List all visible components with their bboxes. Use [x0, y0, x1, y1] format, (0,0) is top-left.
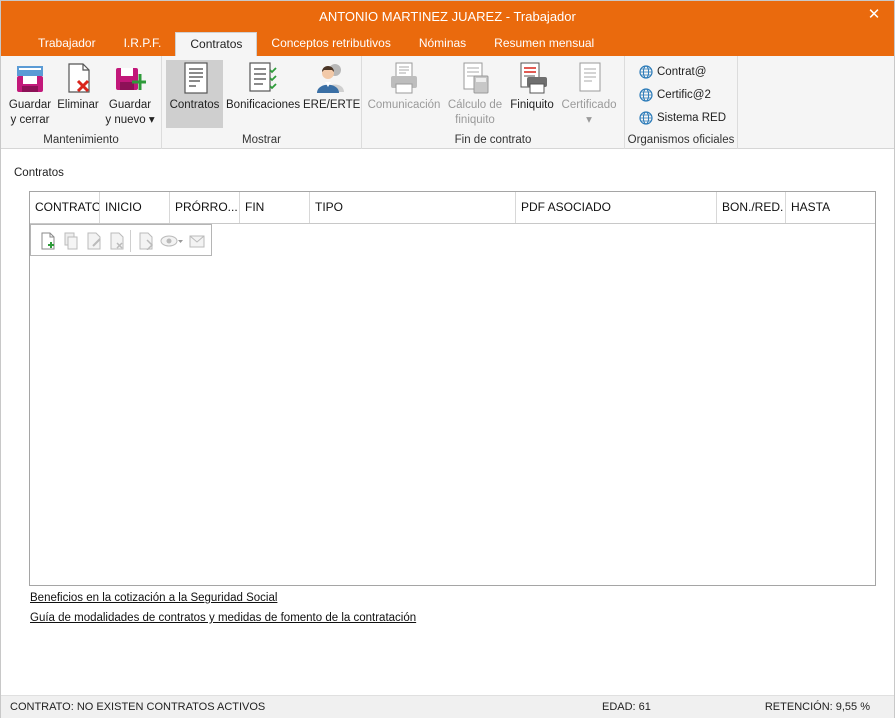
guia-modalidades-link[interactable]: Guía de modalidades de contratos y medid… [30, 612, 416, 624]
save-close-button[interactable]: Guardar y cerrar [6, 60, 54, 128]
certificado-label: Certificado [561, 99, 617, 111]
settlement-print-icon [520, 62, 547, 94]
ribbon: Guardar y cerrar Eliminar Guardar y nuev… [1, 56, 894, 149]
delete-button[interactable]: Eliminar [55, 60, 101, 113]
new-document-icon[interactable] [39, 232, 57, 250]
status-bar: CONTRATO: NO EXISTEN CONTRATOS ACTIVOS E… [1, 695, 894, 718]
delete-document-icon [68, 63, 90, 93]
sistema-red-link-button[interactable]: Sistema RED [639, 109, 726, 129]
status-age: EDAD: 61 [602, 701, 651, 713]
column-header-tipo[interactable]: TIPO [310, 192, 516, 223]
group-label-fin-contrato: Fin de contrato [454, 134, 532, 146]
delete-row-icon [110, 232, 124, 250]
bonificaciones-button[interactable]: Bonificaciones [226, 60, 300, 113]
column-header-pdf-asociado[interactable]: PDF ASOCIADO [516, 192, 717, 223]
certificado-dropdown: ▾ [586, 114, 592, 126]
tab-resumen-mensual[interactable]: Resumen mensual [480, 31, 608, 56]
copy-document-icon [64, 232, 78, 250]
view-dropdown-icon [160, 235, 183, 247]
person-icon [317, 64, 344, 93]
grid-toolbar [30, 224, 212, 256]
tab-trabajador[interactable]: Trabajador [24, 31, 110, 56]
contracts-grid[interactable]: CONTRATO INICIO PRÓRRO... FIN TIPO PDF A… [29, 191, 876, 586]
checklist-icon [249, 62, 277, 92]
delete-label: Eliminar [57, 99, 99, 111]
comunicacion-label: Comunicación [367, 99, 441, 111]
status-contract: CONTRATO: NO EXISTEN CONTRATOS ACTIVOS [10, 701, 266, 713]
calculator-icon [463, 62, 489, 94]
globe-icon [639, 65, 653, 79]
finiquito-button[interactable]: Finiquito [507, 60, 557, 113]
title-bar: ANTONIO MARTINEZ JUAREZ - Trabajador ✕ T… [1, 1, 894, 56]
window-title: ANTONIO MARTINEZ JUAREZ - Trabajador [319, 9, 576, 24]
calculo-label-2: finiquito [455, 114, 495, 126]
column-header-hasta[interactable]: HASTA [786, 192, 875, 223]
edit-document-icon [87, 232, 101, 250]
email-document-icon [189, 235, 205, 248]
certifica2-label: Certific@2 [657, 89, 711, 101]
column-header-prorroga[interactable]: PRÓRRO... [170, 192, 240, 223]
printer-icon [391, 62, 417, 94]
save-new-label-1: Guardar [108, 99, 152, 111]
group-label-mantenimiento: Mantenimiento [43, 134, 119, 146]
column-header-fin[interactable]: FIN [240, 192, 310, 223]
ere-erte-button[interactable]: ERE/ERTE [303, 60, 361, 113]
tab-conceptos-retributivos[interactable]: Conceptos retributivos [257, 31, 404, 56]
save-close-label-2: y cerrar [10, 114, 50, 126]
sistema-red-label: Sistema RED [657, 112, 727, 124]
beneficios-link[interactable]: Beneficios en la cotización a la Segurid… [30, 592, 277, 604]
save-new-button[interactable]: Guardar y nuevo ▾ [104, 60, 156, 128]
comunicacion-button[interactable]: Comunicación [367, 60, 441, 113]
certifica2-link-button[interactable]: Certific@2 [639, 86, 711, 106]
column-header-contrato[interactable]: CONTRATO [30, 192, 100, 223]
save-new-label-2: y nuevo ▾ [105, 114, 155, 126]
contratos-view-button[interactable]: Contratos [166, 60, 223, 128]
save-new-icon [116, 68, 146, 90]
group-label-organismos: Organismos oficiales [627, 134, 735, 146]
column-header-inicio[interactable]: INICIO [100, 192, 170, 223]
contrata-link-button[interactable]: Contrat@ [639, 63, 706, 83]
group-mantenimiento: Guardar y cerrar Eliminar Guardar y nuev… [1, 56, 162, 149]
globe-icon [639, 88, 653, 102]
save-close-icon [17, 66, 43, 92]
group-organismos: Contrat@ Certific@2 Sistema RED Organism… [625, 56, 738, 149]
bonificaciones-label: Bonificaciones [226, 99, 301, 111]
certificado-button[interactable]: Certificado ▾ [559, 60, 619, 128]
calculo-finiquito-button[interactable]: Cálculo de finiquito [445, 60, 505, 128]
ere-erte-label: ERE/ERTE [303, 99, 361, 111]
contratos-view-label: Contratos [169, 99, 220, 111]
tab-nominas[interactable]: Nóminas [405, 31, 480, 56]
tab-contratos[interactable]: Contratos [175, 32, 258, 56]
tab-strip: Trabajador I.R.P.F. Contratos Conceptos … [1, 31, 608, 56]
finiquito-label: Finiquito [510, 99, 554, 111]
certificate-icon [579, 62, 601, 92]
group-mostrar: Contratos Bonificaciones ERE/ERTE Mostra… [162, 56, 362, 149]
tab-irpf[interactable]: I.R.P.F. [110, 31, 176, 56]
group-label-mostrar: Mostrar [242, 134, 281, 146]
contrata-label: Contrat@ [657, 66, 707, 78]
contract-document-icon [183, 62, 208, 94]
grid-header: CONTRATO INICIO PRÓRRO... FIN TIPO PDF A… [30, 192, 875, 224]
worker-window: ANTONIO MARTINEZ JUAREZ - Trabajador ✕ T… [0, 0, 895, 718]
status-retention: RETENCIÓN: 9,55 % [764, 701, 870, 713]
group-fin-contrato: Comunicación Cálculo de finiquito Finiqu… [362, 56, 625, 149]
save-close-label-1: Guardar [8, 99, 52, 111]
toolbar-separator [130, 230, 131, 252]
close-icon[interactable]: ✕ [864, 5, 884, 25]
section-label-contratos: Contratos [14, 167, 64, 179]
attach-pdf-icon [139, 232, 154, 250]
calculo-label-1: Cálculo de [447, 99, 503, 111]
globe-icon [639, 111, 653, 125]
column-header-bon-red[interactable]: BON./RED. [717, 192, 786, 223]
